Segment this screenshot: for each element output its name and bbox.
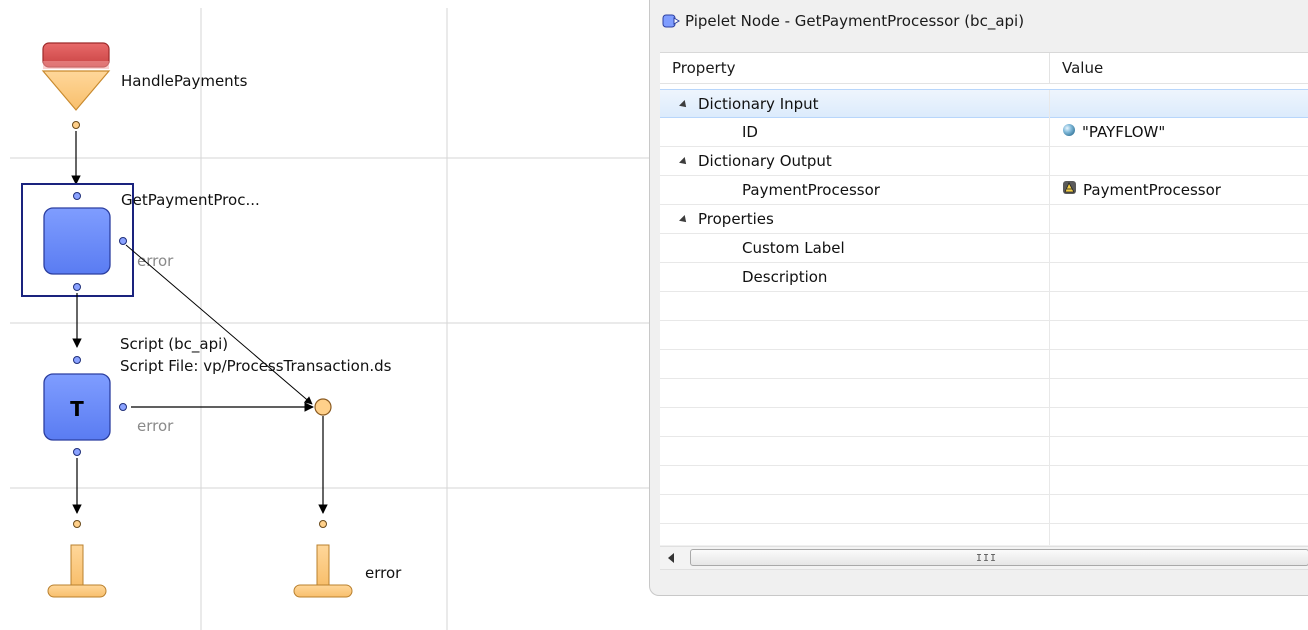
row-property: Dictionary Input [698,95,819,113]
transition-pipelet-error[interactable] [125,244,313,405]
column-header-property[interactable]: Property [660,53,1050,83]
table-row-empty [660,292,1308,321]
object-icon [1062,176,1077,204]
table-row-payment-processor[interactable]: PaymentProcessor PaymentProcessor [660,176,1308,205]
row-value [1050,205,1308,233]
start-node-label: HandlePayments [121,72,248,90]
table-row-id[interactable]: ID "PAYFLOW" [660,118,1308,147]
row-property: Custom Label [660,234,1050,262]
start-node[interactable] [41,42,111,111]
script-in-connector[interactable] [73,356,81,364]
table-row-custom-label[interactable]: Custom Label [660,234,1308,263]
row-value [1050,147,1308,175]
table-row-empty [660,437,1308,466]
pipeline-editor: HandlePayments GetPaymentProc... error S… [0,0,1308,630]
table-row-empty [660,379,1308,408]
table-row-description[interactable]: Description [660,263,1308,292]
table-header: Property Value [660,53,1308,84]
table-row-empty [660,408,1308,437]
table-row-empty [660,321,1308,350]
column-header-value[interactable]: Value [1050,53,1308,83]
row-property: Dictionary Output [698,152,832,170]
pipelet-in-connector[interactable] [73,192,81,200]
row-property: ID [660,118,1050,146]
row-property: PaymentProcessor [660,176,1050,204]
string-constant-icon [1062,118,1076,146]
pipelet-error-label: error [137,252,174,270]
scroll-left-arrow-icon[interactable] [660,547,682,569]
end-node[interactable] [47,544,107,598]
panel-title: Pipelet Node - GetPaymentProcessor (bc_a… [662,6,1024,36]
table-row-empty [660,524,1308,545]
script-node-glyph: T [70,397,84,421]
script-error-connector[interactable] [119,403,127,411]
bottom-grid-strip [649,596,1308,630]
error-end-node-label: error [365,564,402,582]
table-row-empty [660,466,1308,495]
panel-title-text: Pipelet Node - GetPaymentProcessor (bc_a… [685,12,1025,30]
pipelet-node-label: GetPaymentProc... [121,191,260,209]
row-property: Description [660,263,1050,291]
script-node-label-line2: Script File: vp/ProcessTransaction.ds [120,357,392,375]
table-row-properties[interactable]: Properties [660,205,1308,234]
expand-triangle-icon[interactable] [679,215,689,225]
pipelet-error-connector[interactable] [119,237,127,245]
scrollbar-grip: III [976,553,998,564]
expand-triangle-icon[interactable] [679,157,689,167]
expand-triangle-icon[interactable] [679,100,689,110]
start-node-connector[interactable] [72,121,80,129]
table-row-dictionary-output[interactable]: Dictionary Output [660,147,1308,176]
error-end-node-connector[interactable] [319,520,327,528]
end-node-connector[interactable] [73,520,81,528]
row-value[interactable] [1050,263,1308,291]
table-row-empty [660,495,1308,524]
horizontal-scrollbar[interactable]: III [660,546,1308,570]
row-property: Properties [698,210,774,228]
join-node[interactable] [314,398,332,416]
table-row-dictionary-input[interactable]: Dictionary Input [660,89,1308,118]
script-node-label-line1: Script (bc_api) [120,335,228,354]
scrollbar-thumb[interactable]: III [690,549,1308,566]
error-end-node[interactable] [293,544,353,598]
row-value [1050,90,1308,118]
row-value: "PAYFLOW" [1082,123,1166,141]
table-row-empty [660,350,1308,379]
properties-panel: Pipelet Node - GetPaymentProcessor (bc_a… [649,0,1308,596]
row-value[interactable] [1050,234,1308,262]
pipelet-out-connector[interactable] [73,283,81,291]
pipelet-node-icon [662,13,680,29]
row-value: PaymentProcessor [1083,181,1221,199]
script-out-connector[interactable] [73,448,81,456]
pipelet-node[interactable] [43,207,111,275]
script-error-label: error [137,417,174,435]
property-table: Property Value Dictionary Input ID "PAYF… [660,52,1308,545]
